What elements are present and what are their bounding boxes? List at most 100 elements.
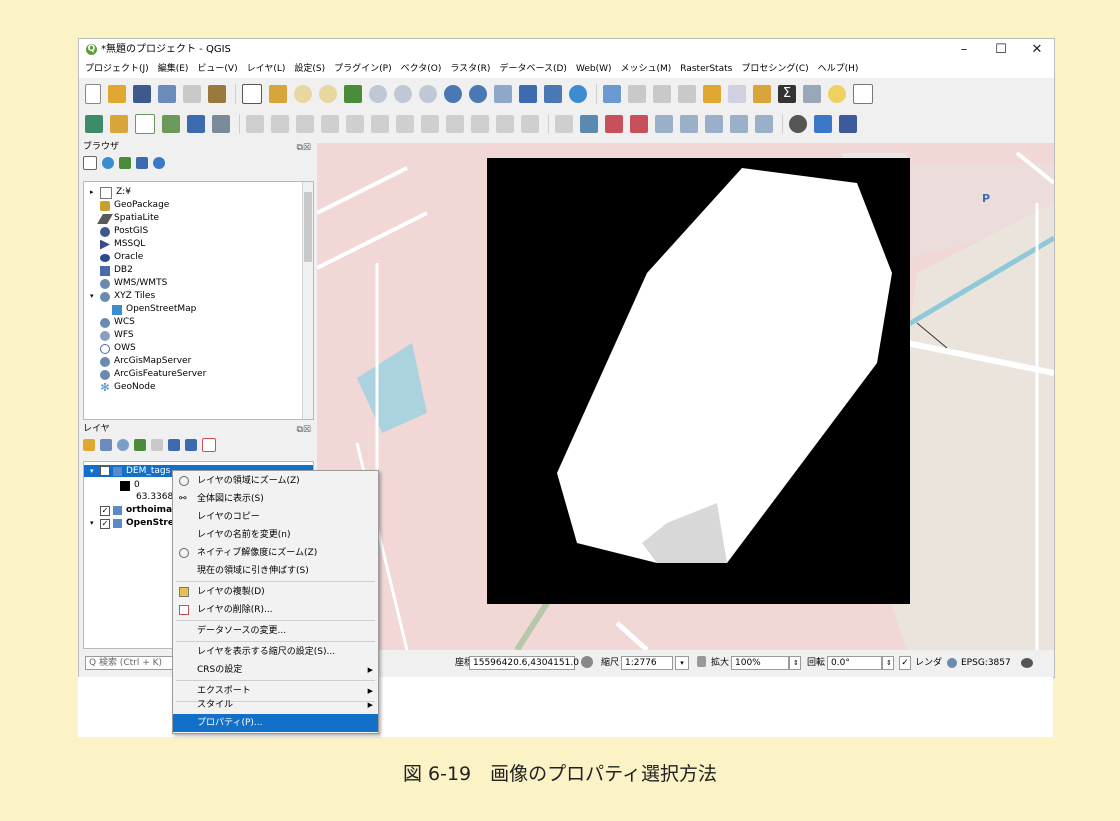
- layer-openstreetmap[interactable]: ▾ ✓ OpenStree: [90, 517, 180, 530]
- help-icon[interactable]: [839, 115, 857, 133]
- crs-label[interactable]: EPSG:3857: [961, 656, 1011, 670]
- select-features-icon[interactable]: [628, 85, 646, 103]
- vertex-tool-icon[interactable]: [346, 115, 364, 133]
- menu-set-crs[interactable]: CRSの設定 ▶: [173, 661, 378, 679]
- label-callout-icon[interactable]: [755, 115, 773, 133]
- menu-change-datasource[interactable]: データソースの変更...: [173, 622, 378, 640]
- menu-project[interactable]: プロジェクト(J): [85, 61, 149, 78]
- browser-item-spatialite[interactable]: SpatiaLite: [90, 212, 313, 225]
- edit-pencil-icon[interactable]: [246, 115, 264, 133]
- zoom-in-icon[interactable]: [294, 85, 312, 103]
- magnifier-spin-icon[interactable]: ⇕: [789, 656, 801, 670]
- identify-icon[interactable]: [603, 85, 621, 103]
- menu-duplicate-layer[interactable]: レイヤの複製(D): [173, 583, 378, 601]
- zoom-layer-icon[interactable]: [394, 85, 412, 103]
- manage-theme-icon[interactable]: [117, 439, 129, 451]
- open-project-icon[interactable]: [108, 85, 126, 103]
- browser-item-postgis[interactable]: PostGIS: [90, 225, 313, 238]
- text-annotation-icon[interactable]: [853, 84, 873, 104]
- save-as-icon[interactable]: [158, 85, 176, 103]
- measure-icon[interactable]: [803, 85, 821, 103]
- select-value-icon[interactable]: [653, 85, 671, 103]
- map-tips-icon[interactable]: [828, 85, 846, 103]
- menu-copy-layer[interactable]: レイヤのコピー: [173, 508, 378, 526]
- browser-scrollbar[interactable]: [302, 182, 313, 419]
- label-show-icon[interactable]: [630, 115, 648, 133]
- menu-help[interactable]: ヘルプ(H): [818, 61, 859, 78]
- remove-layer-icon[interactable]: [202, 438, 216, 452]
- open-styling-icon[interactable]: [83, 439, 95, 451]
- label-pin-icon[interactable]: [580, 115, 598, 133]
- pan-to-selection-icon[interactable]: [269, 85, 287, 103]
- rotation-value[interactable]: 0.0°: [827, 656, 882, 670]
- label-toolbar-icon[interactable]: [555, 115, 573, 133]
- temporal-icon[interactable]: [519, 85, 537, 103]
- layout-manager-icon[interactable]: [208, 85, 226, 103]
- menu-processing[interactable]: プロセシング(C): [741, 61, 808, 78]
- menu-edit[interactable]: 編集(E): [158, 61, 189, 78]
- pan-icon[interactable]: [242, 84, 262, 104]
- zoom-full-icon[interactable]: [344, 85, 362, 103]
- add-wms-icon[interactable]: [187, 115, 205, 133]
- add-raster-layer-icon[interactable]: [110, 115, 128, 133]
- filter-icon[interactable]: [119, 157, 131, 169]
- menu-remove-layer[interactable]: レイヤの削除(R)...: [173, 601, 378, 619]
- zoom-native-icon[interactable]: [419, 85, 437, 103]
- refresh-icon[interactable]: [569, 85, 587, 103]
- menu-layer[interactable]: レイヤ(L): [247, 61, 286, 78]
- menu-rename-layer[interactable]: レイヤの名前を変更(n): [173, 526, 378, 544]
- layer-orthoimage[interactable]: ✓ orthoimag: [100, 504, 179, 517]
- cut-features-icon[interactable]: [421, 115, 439, 133]
- scale-value[interactable]: 1:2776: [621, 656, 673, 670]
- browser-item-mssql[interactable]: MSSQL: [90, 238, 313, 251]
- add-vector-layer-icon[interactable]: [85, 115, 103, 133]
- browser-item-arcgis-feature[interactable]: ArcGisFeatureServer: [90, 368, 313, 381]
- undo-icon[interactable]: [496, 115, 514, 133]
- new-map-view-icon[interactable]: [494, 85, 512, 103]
- collapse-layers-icon[interactable]: [185, 439, 197, 451]
- browser-item-db2[interactable]: DB2: [90, 264, 313, 277]
- label-rotate-icon[interactable]: [680, 115, 698, 133]
- zoom-next-icon[interactable]: [469, 85, 487, 103]
- field-calc-icon[interactable]: [703, 85, 721, 103]
- toggle-extents-icon[interactable]: [581, 656, 593, 668]
- attribute-table-icon[interactable]: [728, 85, 746, 103]
- menu-mesh[interactable]: メッシュ(M): [621, 61, 672, 78]
- label-move-icon[interactable]: [655, 115, 673, 133]
- menu-web[interactable]: Web(W): [576, 61, 612, 78]
- menu-raster[interactable]: ラスタ(R): [450, 61, 490, 78]
- render-checkbox[interactable]: ✓: [899, 656, 911, 670]
- browser-panel-close-icon[interactable]: ⧉☒: [297, 141, 312, 155]
- locator-search-input[interactable]: Q 検索 (Ctrl + K): [85, 656, 175, 670]
- layer-ortho-checkbox[interactable]: ✓: [100, 505, 110, 516]
- menu-database[interactable]: データベース(D): [499, 61, 567, 78]
- map-canvas[interactable]: P: [317, 143, 1054, 650]
- layers-panel-close-icon[interactable]: ⧉☒: [297, 423, 312, 437]
- python-console-icon[interactable]: [814, 115, 832, 133]
- layer-dem-tags[interactable]: ▾ ✓ DEM_tags: [90, 465, 170, 477]
- magnifier-value[interactable]: 100%: [731, 656, 789, 670]
- save-project-icon[interactable]: [133, 85, 151, 103]
- layer-dem-checkbox[interactable]: ✓: [100, 466, 110, 476]
- paste-features-icon[interactable]: [471, 115, 489, 133]
- lock-scale-icon[interactable]: [697, 656, 706, 667]
- browser-item-wms[interactable]: WMS/WMTS: [90, 277, 313, 290]
- menu-settings[interactable]: 設定(S): [294, 61, 325, 78]
- label-diagram-icon[interactable]: [730, 115, 748, 133]
- menu-stretch-extent[interactable]: 現在の領域に引き伸ばす(S): [173, 562, 378, 580]
- browser-item-xyz-tiles[interactable]: ▾ XYZ Tiles: [90, 290, 313, 303]
- menu-styles[interactable]: スタイル ▶: [173, 696, 378, 714]
- zoom-last-icon[interactable]: [444, 85, 462, 103]
- new-layer-icon[interactable]: [212, 115, 230, 133]
- zoom-out-icon[interactable]: [319, 85, 337, 103]
- add-spatialite-icon[interactable]: [162, 115, 180, 133]
- browser-item-z-drive[interactable]: ▸ Z:¥: [90, 186, 313, 199]
- browser-item-openstreetmap[interactable]: OpenStreetMap: [90, 303, 313, 316]
- plugin-gear-icon[interactable]: [789, 115, 807, 133]
- new-project-icon[interactable]: [85, 84, 101, 104]
- scale-dropdown-icon[interactable]: ▾: [675, 656, 689, 670]
- coordinate-value[interactable]: 15596420.6,4304151.0: [469, 656, 579, 670]
- print-layout-icon[interactable]: [183, 85, 201, 103]
- menu-rasterstats[interactable]: RasterStats: [680, 61, 732, 78]
- sum-icon[interactable]: Σ: [778, 85, 796, 103]
